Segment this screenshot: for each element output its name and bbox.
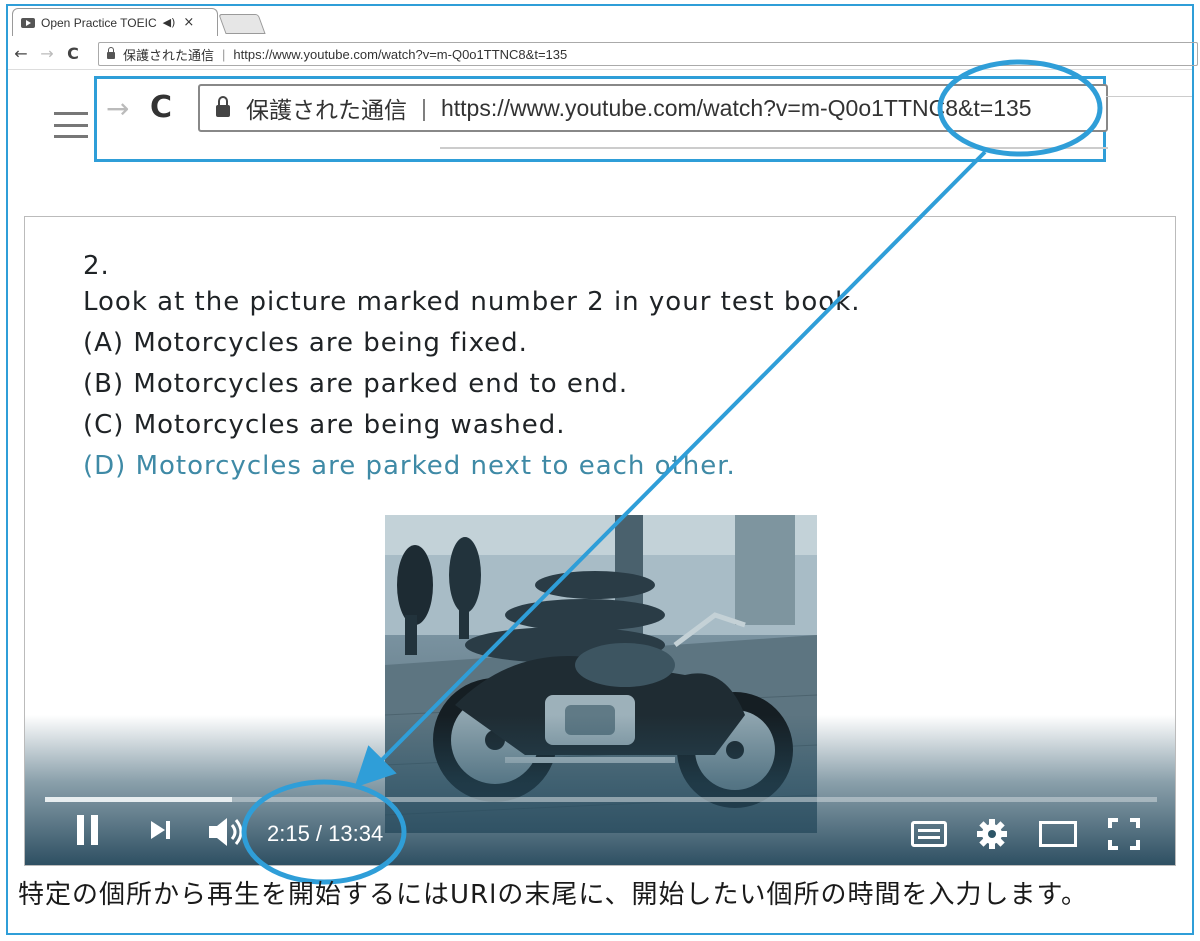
figure-caption: 特定の個所から再生を開始するにはURlの末尾に、開始したい個所の時間を入力します… — [18, 880, 1088, 910]
url-highlight-ellipse — [937, 59, 1103, 157]
time-highlight-ellipse — [241, 779, 407, 885]
annotation-overlay — [241, 59, 1103, 885]
annotation-arrow — [354, 150, 987, 788]
